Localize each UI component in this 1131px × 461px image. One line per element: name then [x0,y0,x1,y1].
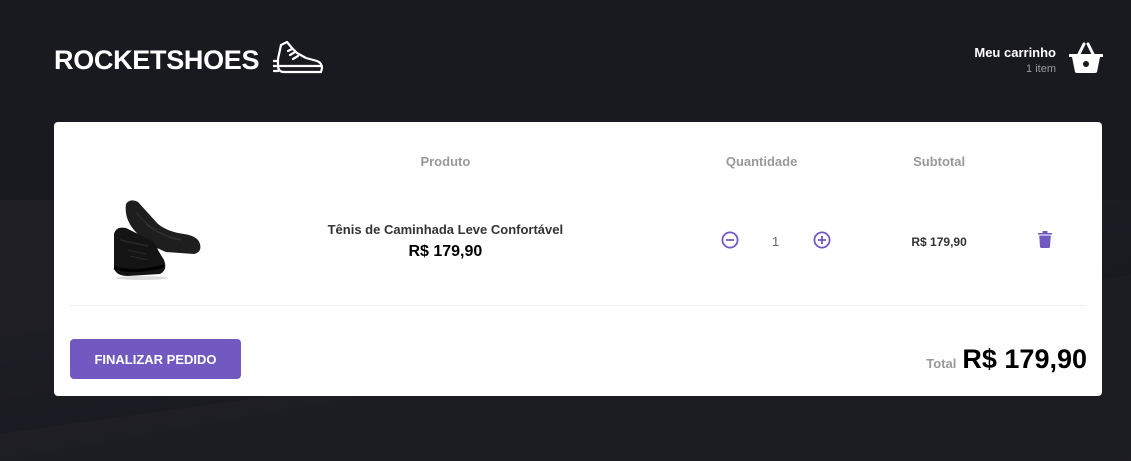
cart-title: Meu carrinho [974,45,1056,60]
basket-icon [1068,42,1104,79]
cart-link[interactable]: Meu carrinho 1 item [974,42,1104,79]
table-header-row: Produto Quantidade Subtotal [70,138,1086,178]
total: Total R$ 179,90 [926,344,1087,375]
logo[interactable]: ROCKETSHOES [54,39,325,82]
plus-circle-icon [813,231,831,252]
product-image [106,200,206,288]
delete-button[interactable] [1038,230,1053,251]
cart-count: 1 item [1026,63,1056,75]
product-name: Tênis de Caminhada Leve Confortável [327,222,564,237]
trash-icon [1038,230,1053,251]
quantity-input[interactable] [739,234,812,249]
cart-footer: FINALIZAR PEDIDO Total R$ 179,90 [70,339,1087,379]
logo-text: ROCKETSHOES [54,44,260,75]
minus-circle-icon [721,231,739,252]
cart-container: Produto Quantidade Subtotal Tênis de Cam… [54,122,1102,396]
header: ROCKETSHOES Meu carrinho 1 item [54,30,1104,90]
subtotal-value: R$ 179,90 [911,234,967,249]
cart-info: Meu carrinho 1 item [974,45,1056,75]
product-info-cell: Tênis de Caminhada Leve Confortável R$ 1… [241,178,650,306]
cart-table: Produto Quantidade Subtotal Tênis de Cam… [70,138,1086,306]
header-produto: Produto [420,153,471,169]
checkout-button[interactable]: FINALIZAR PEDIDO [70,339,241,379]
total-label: Total [926,355,957,371]
subtotal-cell: R$ 179,90 [873,178,1005,306]
header-subtotal: Subtotal [913,153,966,169]
total-value: R$ 179,90 [962,343,1087,374]
product-image-cell [70,178,242,306]
quantity-stepper [677,231,873,252]
header-quantidade: Quantidade [725,153,798,169]
delete-cell [1004,178,1086,306]
decrement-button[interactable] [720,231,740,252]
increment-button[interactable] [812,231,832,252]
quantity-cell [649,178,874,306]
table-row: Tênis de Caminhada Leve Confortável R$ 1… [70,178,1086,306]
running-shoe-icon [272,39,325,82]
product-price: R$ 179,90 [408,243,483,260]
